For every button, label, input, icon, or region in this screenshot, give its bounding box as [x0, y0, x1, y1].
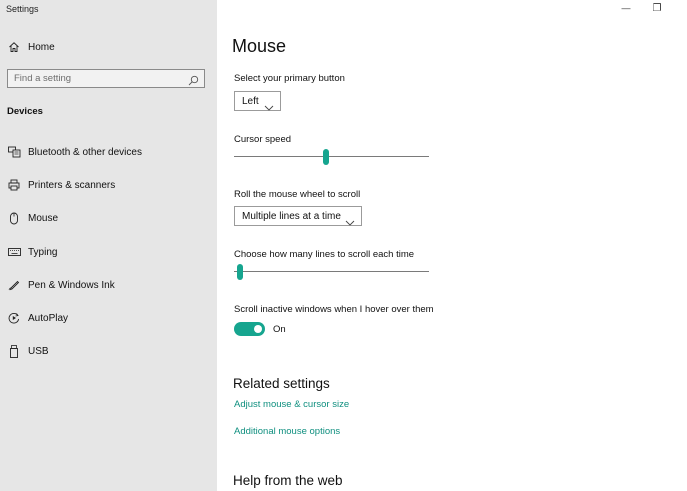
related-settings-heading: Related settings [233, 376, 330, 391]
scroll-wheel-label: Roll the mouse wheel to scroll [234, 189, 361, 200]
usb-icon [7, 344, 21, 358]
sidebar-item-label: Pen & Windows Ink [28, 279, 115, 291]
keyboard-icon [7, 245, 21, 259]
slider-thumb[interactable] [236, 264, 243, 280]
primary-button-dropdown[interactable]: Left [234, 91, 281, 111]
slider-thumb[interactable] [322, 149, 329, 165]
inactive-scroll-label: Scroll inactive windows when I hover ove… [234, 304, 434, 315]
slider-track [234, 156, 429, 157]
app-title: Settings [6, 4, 39, 14]
inactive-scroll-toggle[interactable] [234, 322, 265, 336]
sidebar-item-autoplay[interactable]: AutoPlay [0, 306, 217, 330]
home-nav-item[interactable]: Home [0, 35, 217, 59]
search-icon[interactable] [188, 73, 199, 86]
autoplay-icon [7, 311, 21, 325]
sidebar-item-usb[interactable]: USB [0, 339, 217, 363]
minimize-icon: — [621, 3, 631, 13]
minimize-button[interactable]: — [615, 0, 637, 16]
toggle-knob [254, 325, 262, 333]
primary-button-value: Left [242, 95, 259, 107]
primary-button-label: Select your primary button [234, 73, 345, 84]
mouse-icon [7, 211, 21, 225]
inactive-scroll-state: On [273, 324, 286, 335]
sidebar-item-label: Mouse [28, 212, 59, 224]
page-title: Mouse [232, 36, 287, 56]
section-label-devices: Devices [7, 106, 43, 117]
scroll-lines-slider[interactable] [234, 264, 429, 280]
scroll-wheel-value: Multiple lines at a time [242, 210, 341, 222]
sidebar-item-typing[interactable]: Typing [0, 240, 217, 264]
chevron-down-icon [345, 213, 355, 226]
scroll-lines-label: Choose how many lines to scroll each tim… [234, 249, 415, 260]
sidebar-item-label: Printers & scanners [28, 179, 116, 191]
search-box[interactable] [7, 69, 205, 88]
help-heading: Help from the web [233, 473, 343, 488]
sidebar-item-label: Bluetooth & other devices [28, 146, 142, 158]
printer-icon [7, 178, 21, 192]
sidebar-item-pen[interactable]: Pen & Windows Ink [0, 273, 217, 297]
sidebar: Settings Home Devices Bluetooth & other … [0, 0, 217, 491]
additional-mouse-options-link[interactable]: Additional mouse options [234, 426, 340, 437]
slider-track [234, 271, 429, 272]
sidebar-item-label: Typing [28, 246, 58, 258]
home-label: Home [28, 41, 55, 53]
sidebar-item-printers[interactable]: Printers & scanners [0, 173, 217, 197]
pen-icon [7, 278, 21, 292]
cursor-speed-label: Cursor speed [234, 134, 292, 145]
chevron-down-icon [264, 98, 274, 111]
cursor-speed-slider[interactable] [234, 149, 429, 165]
restore-icon: ❐ [652, 2, 662, 14]
restore-button[interactable]: ❐ [646, 0, 668, 16]
keyboard-bluetooth-icon [7, 145, 21, 159]
adjust-mouse-cursor-link[interactable]: Adjust mouse & cursor size [234, 399, 349, 410]
sidebar-item-label: AutoPlay [28, 312, 69, 324]
sidebar-item-bluetooth[interactable]: Bluetooth & other devices [0, 140, 217, 164]
home-icon [7, 40, 21, 54]
scroll-wheel-dropdown[interactable]: Multiple lines at a time [234, 206, 362, 226]
sidebar-item-label: USB [28, 345, 49, 357]
main-content: — ❐ Mouse Select your primary button Lef… [217, 0, 687, 491]
search-input[interactable] [14, 72, 184, 85]
sidebar-item-mouse[interactable]: Mouse [0, 206, 217, 230]
